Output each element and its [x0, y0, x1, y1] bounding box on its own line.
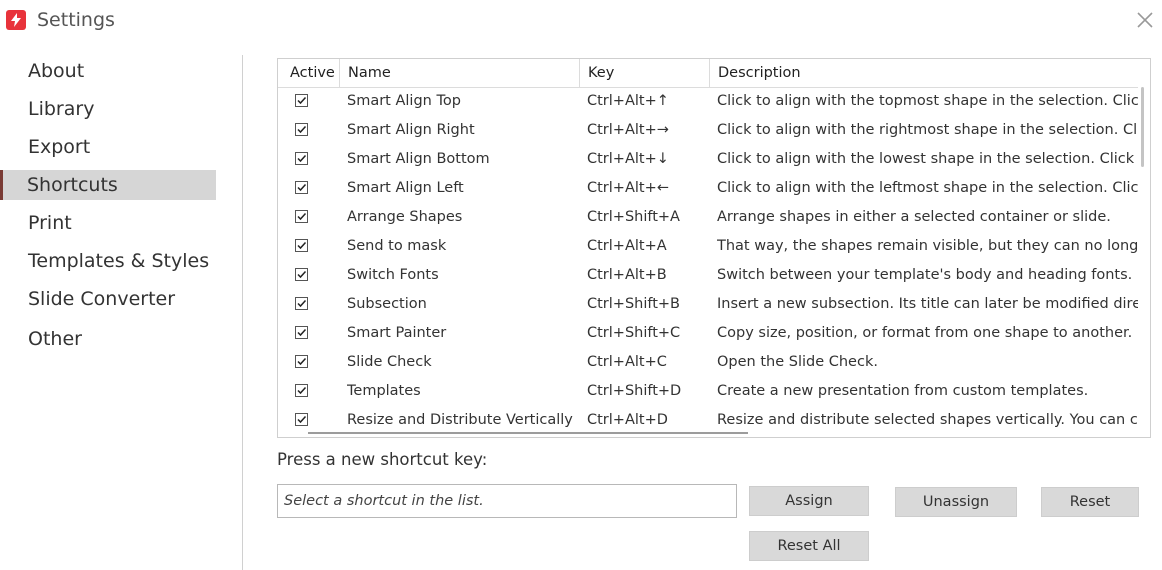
checkmark-icon	[297, 415, 307, 424]
sidebar-item-slide-converter[interactable]: Slide Converter	[0, 284, 216, 314]
active-checkbox[interactable]	[295, 210, 308, 223]
shortcut-description: Click to align with the lowest shape in …	[717, 151, 1138, 167]
shortcut-key: Ctrl+Alt+←	[587, 180, 669, 196]
close-icon[interactable]	[1133, 8, 1157, 32]
shortcut-description: Click to align with the topmost shape in…	[717, 93, 1138, 109]
shortcut-key: Ctrl+Alt+→	[587, 122, 669, 138]
sidebar-divider	[242, 55, 243, 570]
checkmark-icon	[297, 270, 307, 279]
shortcut-name: Smart Align Bottom	[347, 151, 490, 167]
shortcut-name: Templates	[347, 383, 421, 399]
shortcut-name: Resize and Distribute Vertically	[347, 412, 573, 428]
shortcut-description: Open the Slide Check.	[717, 354, 878, 370]
shortcut-description: Resize and distribute selected shapes ve…	[717, 412, 1138, 428]
active-checkbox[interactable]	[295, 326, 308, 339]
column-header-active[interactable]: Active	[282, 59, 340, 87]
table-row[interactable]: Smart Align Right Ctrl+Alt+→ Click to alig…	[278, 116, 1138, 145]
shortcut-name: Smart Align Top	[347, 93, 461, 109]
shortcut-key: Ctrl+Alt+↓	[587, 151, 669, 167]
column-header-name[interactable]: Name	[340, 59, 580, 87]
table-row[interactable]: Slide Check Ctrl+Alt+C Open the Slide Chec…	[278, 348, 1138, 377]
shortcut-name: Smart Align Right	[347, 122, 475, 138]
active-checkbox[interactable]	[295, 268, 308, 281]
vertical-scrollbar[interactable]	[1141, 87, 1144, 167]
sidebar-item-templates-styles[interactable]: Templates & Styles	[0, 246, 216, 276]
sidebar-item-export[interactable]: Export	[0, 132, 216, 162]
sidebar-item-about[interactable]: About	[0, 56, 216, 86]
checkmark-icon	[297, 328, 307, 337]
shortcut-name: Smart Align Left	[347, 180, 464, 196]
shortcut-key: Ctrl+Alt+B	[587, 267, 667, 283]
checkmark-icon	[297, 154, 307, 163]
shortcut-description: Create a new presentation from custom te…	[717, 383, 1089, 399]
shortcut-table: Active Name Key Description Smart Align …	[277, 58, 1151, 438]
shortcut-key: Ctrl+Alt+↑	[587, 93, 669, 109]
shortcut-description: Click to align with the leftmost shape i…	[717, 180, 1138, 196]
shortcut-key: Ctrl+Shift+B	[587, 296, 681, 312]
shortcut-description: Switch between your template's body and …	[717, 267, 1133, 283]
active-checkbox[interactable]	[295, 94, 308, 107]
shortcut-key: Ctrl+Shift+C	[587, 325, 681, 341]
active-checkbox[interactable]	[295, 384, 308, 397]
table-row[interactable]: Smart Align Left Ctrl+Alt+← Click to align…	[278, 174, 1138, 203]
checkmark-icon	[297, 241, 307, 250]
table-row[interactable]: Templates Ctrl+Shift+D Create a new presen…	[278, 377, 1138, 406]
table-row[interactable]: Arrange Shapes Ctrl+Shift+A Arrange shapes…	[278, 203, 1138, 232]
table-header: Active Name Key Description	[278, 59, 1138, 88]
shortcut-key-input[interactable]	[277, 484, 737, 518]
reset-all-button[interactable]: Reset All	[749, 531, 869, 561]
checkmark-icon	[297, 183, 307, 192]
sidebar-item-library[interactable]: Library	[0, 94, 216, 124]
shortcut-description: Click to align with the rightmost shape …	[717, 122, 1138, 138]
active-checkbox[interactable]	[295, 152, 308, 165]
checkmark-icon	[297, 96, 307, 105]
active-checkbox[interactable]	[295, 239, 308, 252]
shortcut-description: Arrange shapes in either a selected cont…	[717, 209, 1111, 225]
sidebar-item-other[interactable]: Other	[0, 324, 216, 354]
checkmark-icon	[297, 212, 307, 221]
checkmark-icon	[297, 386, 307, 395]
shortcut-name: Send to mask	[347, 238, 447, 254]
shortcut-key: Ctrl+Alt+D	[587, 412, 668, 428]
unassign-button[interactable]: Unassign	[895, 487, 1017, 517]
sidebar-item-print[interactable]: Print	[0, 208, 216, 238]
active-checkbox[interactable]	[295, 413, 308, 426]
checkmark-icon	[297, 299, 307, 308]
shortcut-prompt-label: Press a new shortcut key:	[277, 450, 488, 469]
active-checkbox[interactable]	[295, 181, 308, 194]
table-row[interactable]: Resize and Distribute Vertically Ctrl+Alt…	[278, 406, 1138, 435]
shortcut-name: Slide Check	[347, 354, 432, 370]
shortcut-key: Ctrl+Shift+A	[587, 209, 680, 225]
table-row[interactable]: Smart Align Bottom Ctrl+Alt+↓ Click to ali…	[278, 145, 1138, 174]
shortcut-key: Ctrl+Alt+C	[587, 354, 667, 370]
checkmark-icon	[297, 125, 307, 134]
active-checkbox[interactable]	[295, 355, 308, 368]
table-row[interactable]: Switch Fonts Ctrl+Alt+B Switch between you…	[278, 261, 1138, 290]
shortcut-description: Copy size, position, or format from one …	[717, 325, 1133, 341]
column-header-key[interactable]: Key	[580, 59, 710, 87]
table-row[interactable]: Subsection Ctrl+Shift+B Insert a new subse…	[278, 290, 1138, 319]
active-checkbox[interactable]	[295, 297, 308, 310]
window-title: Settings	[37, 9, 115, 31]
shortcut-key: Ctrl+Alt+A	[587, 238, 667, 254]
checkmark-icon	[297, 357, 307, 366]
table-row[interactable]: Smart Painter Ctrl+Shift+C Copy size, posi…	[278, 319, 1138, 348]
assign-button[interactable]: Assign	[749, 486, 869, 516]
table-row[interactable]: Smart Align Top Ctrl+Alt+↑ Click to align …	[278, 87, 1138, 116]
shortcut-name: Arrange Shapes	[347, 209, 463, 225]
shortcut-description: That way, the shapes remain visible, but…	[717, 238, 1138, 254]
horizontal-scrollbar[interactable]	[308, 432, 748, 434]
shortcut-name: Switch Fonts	[347, 267, 439, 283]
active-checkbox[interactable]	[295, 123, 308, 136]
shortcut-name: Smart Painter	[347, 325, 447, 341]
shortcut-description: Insert a new subsection. Its title can l…	[717, 296, 1138, 312]
shortcut-key: Ctrl+Shift+D	[587, 383, 682, 399]
sidebar-item-shortcuts[interactable]: Shortcuts	[0, 170, 216, 200]
shortcut-name: Subsection	[347, 296, 427, 312]
table-row[interactable]: Send to mask Ctrl+Alt+A That way, the shap…	[278, 232, 1138, 261]
reset-button[interactable]: Reset	[1041, 487, 1139, 517]
column-header-description[interactable]: Description	[710, 59, 1138, 87]
app-logo-icon	[6, 10, 26, 30]
